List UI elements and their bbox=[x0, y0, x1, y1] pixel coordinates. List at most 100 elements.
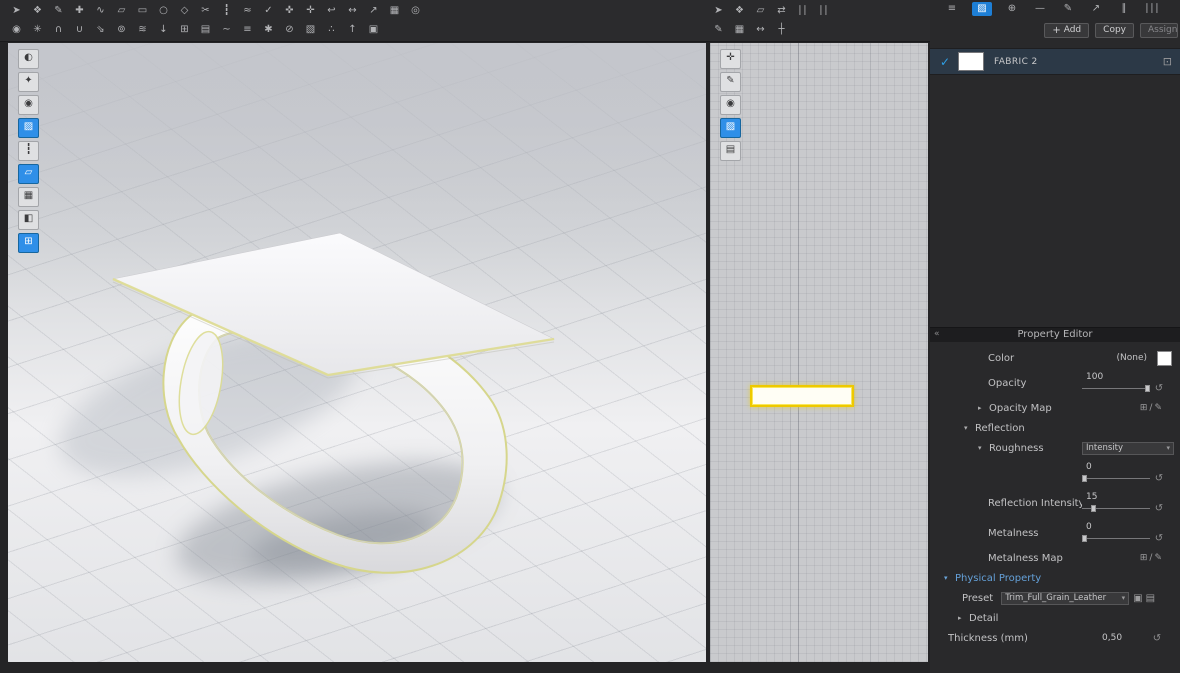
opacity-map-slot[interactable]: ⊞ / ✎ bbox=[1140, 403, 1162, 413]
particle-distance-icon[interactable]: ∴ bbox=[325, 22, 338, 37]
opacity-map-caret-icon[interactable]: ▸ bbox=[978, 404, 989, 412]
reflection-caret-icon[interactable]: ▾ bbox=[964, 424, 975, 432]
opacity-slider[interactable] bbox=[1082, 384, 1150, 393]
pin-icon[interactable]: ✜ bbox=[283, 3, 296, 18]
avatar-icon[interactable]: ◉ bbox=[10, 22, 23, 37]
edit-pattern-icon[interactable]: ✎ bbox=[52, 3, 65, 18]
physical-property-caret-icon[interactable]: ▾ bbox=[944, 574, 955, 582]
layer-up-icon[interactable]: ↑ bbox=[346, 22, 359, 37]
3d-viewport[interactable]: ◐✦◉▨┇▱▦◧⊞ bbox=[8, 43, 706, 662]
add-button[interactable]: + Add bbox=[1044, 23, 1089, 38]
2d-pattern-outline-icon[interactable]: ▱ bbox=[754, 3, 767, 18]
deactivate-icon[interactable]: ⊘ bbox=[283, 22, 296, 37]
show-grid-icon[interactable]: ⊞ bbox=[18, 233, 39, 253]
roughness-mode-dropdown[interactable]: Intensity ▾ bbox=[1082, 442, 1174, 455]
2d-texture-view-icon[interactable]: ◉ bbox=[720, 95, 741, 115]
thickness-reset-icon[interactable]: ↺ bbox=[1151, 633, 1163, 644]
fabric-swatch[interactable] bbox=[958, 52, 984, 71]
2d-divider-icon[interactable]: ∣∣ bbox=[817, 3, 830, 18]
check-sewing-icon[interactable]: ✓ bbox=[262, 3, 275, 18]
reflection-intensity-reset-icon[interactable]: ↺ bbox=[1153, 503, 1165, 514]
mesh-icon[interactable]: ▧ bbox=[304, 22, 317, 37]
2d-divider-icon[interactable]: ∣∣ bbox=[796, 3, 809, 18]
rectangle-tool-icon[interactable]: ▭ bbox=[136, 3, 149, 18]
fit-icon[interactable]: ⇘ bbox=[94, 22, 107, 37]
metalness-slider[interactable] bbox=[1082, 534, 1150, 543]
2d-select-icon[interactable]: ➤ bbox=[712, 3, 725, 18]
scissors-icon[interactable]: ✂ bbox=[199, 3, 212, 18]
layout-icon[interactable]: ∥ bbox=[1116, 2, 1132, 16]
free-sewing-icon[interactable]: ≈ bbox=[241, 3, 254, 18]
color-swatch[interactable] bbox=[1157, 351, 1172, 366]
map-slot-icon[interactable]: ⊞ bbox=[1140, 403, 1148, 413]
metalness-map-slot[interactable]: ⊞ / ✎ bbox=[1140, 553, 1162, 563]
show-strain-icon[interactable]: ◧ bbox=[18, 210, 39, 230]
pressure-icon[interactable]: ⊚ bbox=[115, 22, 128, 37]
freeze-icon[interactable]: ✱ bbox=[262, 22, 275, 37]
transform-pattern-icon[interactable]: ❖ bbox=[31, 3, 44, 18]
save-preset-icon[interactable]: ▣ bbox=[1133, 593, 1142, 604]
physical-property-section-row[interactable]: ▾ Physical Property bbox=[930, 568, 1180, 588]
grip-icon[interactable]: ∣∣∣ bbox=[1144, 2, 1160, 16]
pose-icon[interactable]: ✳ bbox=[31, 22, 44, 37]
detail-caret-icon[interactable]: ▸ bbox=[958, 614, 969, 622]
fabric-options-icon[interactable]: ⊡ bbox=[1163, 55, 1172, 68]
map-edit-icon[interactable]: ✎ bbox=[1154, 553, 1162, 563]
roughness-slider[interactable] bbox=[1082, 474, 1150, 483]
copy-button[interactable]: Copy bbox=[1095, 23, 1134, 38]
zoom-tool-icon[interactable]: ◎ bbox=[409, 3, 422, 18]
detail-row[interactable]: ▸ Detail bbox=[930, 608, 1180, 628]
share-icon[interactable]: ↗ bbox=[1088, 2, 1104, 16]
tack-icon[interactable]: ✛ bbox=[304, 3, 317, 18]
2d-info-icon[interactable]: ▤ bbox=[720, 141, 741, 161]
preset-dropdown[interactable]: Trim_Full_Grain_Leather ▾ bbox=[1001, 592, 1129, 605]
fabric-layer-icon[interactable]: ▤ bbox=[199, 22, 212, 37]
2d-edit-icon[interactable]: ✎ bbox=[712, 22, 725, 37]
texture-tool-icon[interactable]: ▦ bbox=[388, 3, 401, 18]
assign-button[interactable]: Assign bbox=[1140, 23, 1178, 38]
edit-curvature-icon[interactable]: ∿ bbox=[94, 3, 107, 18]
minimize-icon[interactable]: — bbox=[1032, 2, 1048, 16]
edit-icon[interactable]: ✎ bbox=[1060, 2, 1076, 16]
tape-icon[interactable]: ∩ bbox=[52, 22, 65, 37]
wind-icon[interactable]: ≋ bbox=[136, 22, 149, 37]
fold-arrange-icon[interactable]: ↩ bbox=[325, 3, 338, 18]
open-preset-icon[interactable]: ▤ bbox=[1146, 593, 1155, 604]
library-icon[interactable]: ⊕ bbox=[1004, 2, 1020, 16]
2d-transform-icon[interactable]: ❖ bbox=[733, 3, 746, 18]
2d-sync-icon[interactable]: ⇄ bbox=[775, 3, 788, 18]
2d-pan-icon[interactable]: ✛ bbox=[720, 49, 741, 69]
collapse-panel-icon[interactable]: « bbox=[934, 329, 940, 339]
object-browser-tab-icon[interactable]: ▨ bbox=[972, 2, 992, 16]
show-garment-icon[interactable]: ▨ bbox=[18, 118, 39, 138]
select-tool-icon[interactable]: ➤ bbox=[10, 3, 23, 18]
fabric-list-item[interactable]: ✓ FABRIC 2 ⊡ bbox=[930, 48, 1180, 75]
2d-grid-icon[interactable]: ▦ bbox=[733, 22, 746, 37]
add-point-icon[interactable]: ✚ bbox=[73, 3, 86, 18]
reflection-section-row[interactable]: ▾ Reflection bbox=[930, 418, 1180, 438]
2d-pattern-viewport[interactable]: ✛✎◉▨▤ bbox=[710, 43, 928, 662]
selected-pattern-piece[interactable] bbox=[750, 385, 854, 407]
2d-measure-icon[interactable]: ↔ bbox=[754, 22, 767, 37]
circle-tool-icon[interactable]: ○ bbox=[157, 3, 170, 18]
map-edit-icon[interactable]: ✎ bbox=[1154, 403, 1162, 413]
property-editor-header[interactable]: « Property Editor bbox=[930, 327, 1180, 342]
map-slot-icon[interactable]: ⊞ bbox=[1140, 553, 1148, 563]
2d-show-pattern-icon[interactable]: ▨ bbox=[720, 118, 741, 138]
opacity-reset-icon[interactable]: ↺ bbox=[1153, 383, 1165, 394]
menu-icon[interactable]: ≡ bbox=[944, 2, 960, 16]
trim-3d-model[interactable] bbox=[8, 43, 706, 662]
roughness-caret-icon[interactable]: ▾ bbox=[978, 444, 989, 452]
dart-tool-icon[interactable]: ◇ bbox=[178, 3, 191, 18]
check-icon[interactable]: ✓ bbox=[940, 55, 958, 69]
roughness-reset-icon[interactable]: ↺ bbox=[1153, 473, 1165, 484]
stiffen-icon[interactable]: ≡ bbox=[241, 22, 254, 37]
reflection-intensity-slider[interactable] bbox=[1082, 504, 1150, 513]
show-seams-icon[interactable]: ┇ bbox=[18, 141, 39, 161]
solidify-icon[interactable]: ▣ bbox=[367, 22, 380, 37]
polygon-tool-icon[interactable]: ▱ bbox=[115, 3, 128, 18]
show-avatar-icon[interactable]: ◉ bbox=[18, 95, 39, 115]
highlight-icon[interactable]: ✦ bbox=[18, 72, 39, 92]
show-texture-icon[interactable]: ▦ bbox=[18, 187, 39, 207]
grain-line-icon[interactable]: ↗ bbox=[367, 3, 380, 18]
